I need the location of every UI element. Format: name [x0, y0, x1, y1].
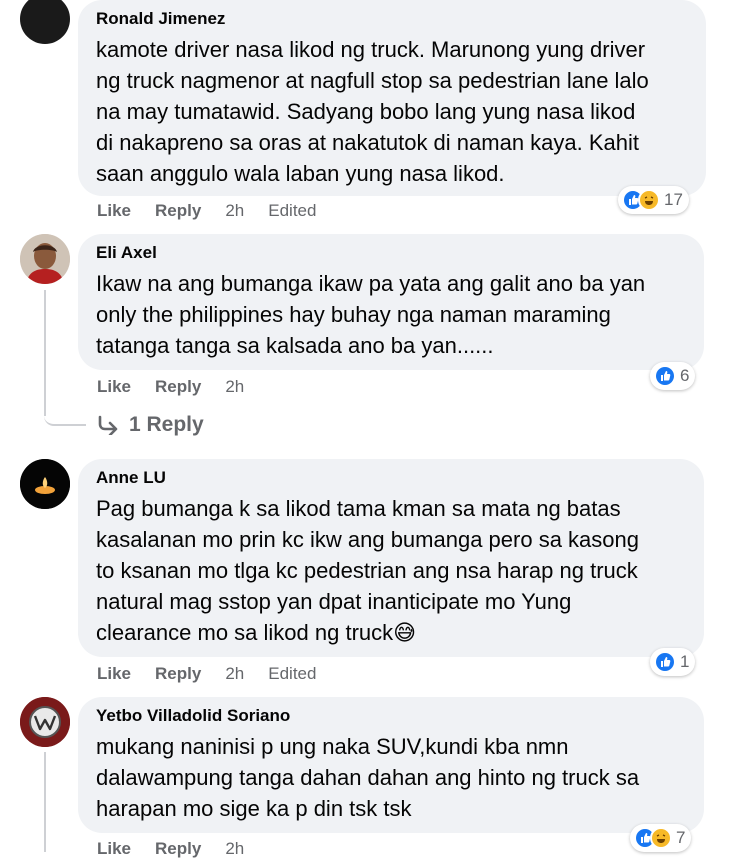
comment-actions: Like Reply 2h Edited [97, 663, 316, 685]
comment-author[interactable]: Eli Axel [96, 242, 686, 264]
thread-line [44, 290, 46, 416]
reply-button[interactable]: Reply [155, 838, 201, 860]
avatar[interactable] [20, 697, 70, 747]
comment-bubble: Anne LU Pag bumanga k sa likod tama kman… [78, 459, 704, 657]
comment-author[interactable]: Yetbo Villadolid Soriano [96, 705, 686, 727]
thread-line [44, 752, 46, 852]
comment-bubble: Eli Axel Ikaw na ang bumanga ikaw pa yat… [78, 234, 704, 370]
comment-text: kamote driver nasa likod ng truck. Marun… [96, 37, 649, 186]
like-button[interactable]: Like [97, 376, 131, 398]
avatar[interactable] [20, 0, 70, 44]
like-button[interactable]: Like [97, 663, 131, 685]
comment-text: Pag bumanga k sa likod tama kman sa mata… [96, 496, 639, 645]
reaction-count: 6 [680, 366, 690, 385]
edited-label: Edited [268, 201, 317, 220]
reaction-count: 7 [676, 828, 686, 847]
like-button[interactable]: Like [97, 200, 131, 222]
reply-button[interactable]: Reply [155, 663, 201, 685]
comment-timestamp[interactable]: 2h [225, 376, 244, 398]
comment-actions: Like Reply 2h Edited [97, 200, 316, 222]
haha-icon [638, 189, 660, 211]
like-icon [654, 365, 676, 387]
comment-timestamp[interactable]: 2h [225, 200, 244, 222]
comment-actions: Like Reply 2h [97, 376, 268, 398]
reaction-count: 17 [664, 190, 683, 209]
comment-author[interactable]: Ronald Jimenez [96, 8, 688, 30]
comment-author[interactable]: Anne LU [96, 467, 686, 489]
reaction-count: 1 [680, 652, 690, 671]
avatar[interactable] [20, 459, 70, 509]
avatar[interactable] [20, 234, 70, 284]
reply-arrow-icon [98, 415, 118, 435]
reply-button[interactable]: Reply [155, 376, 201, 398]
comment-bubble: Ronald Jimenez kamote driver nasa likod … [78, 0, 706, 196]
like-button[interactable]: Like [97, 838, 131, 860]
comment-timestamp[interactable]: 2h [225, 663, 244, 685]
reaction-summary[interactable]: 1 [650, 648, 696, 676]
edited-label: Edited [268, 664, 317, 683]
comment-actions: Like Reply 2h [97, 838, 268, 860]
reaction-summary[interactable]: 6 [650, 362, 696, 390]
comment-text: mukang naninisi p ung naka SUV,kundi kba… [96, 734, 640, 821]
reaction-summary[interactable]: 17 [618, 186, 689, 214]
view-replies-link[interactable]: 1 Reply [97, 413, 204, 437]
replies-count[interactable]: 1 Reply [129, 413, 204, 437]
haha-icon [650, 827, 672, 849]
like-icon [654, 651, 676, 673]
comment-text: Ikaw na ang bumanga ikaw pa yata ang gal… [96, 271, 646, 358]
reaction-summary[interactable]: 7 [630, 824, 692, 852]
reply-button[interactable]: Reply [155, 200, 201, 222]
comment-bubble: Yetbo Villadolid Soriano mukang naninisi… [78, 697, 704, 833]
comment-timestamp[interactable]: 2h [225, 838, 244, 860]
thread-connector [44, 414, 86, 426]
